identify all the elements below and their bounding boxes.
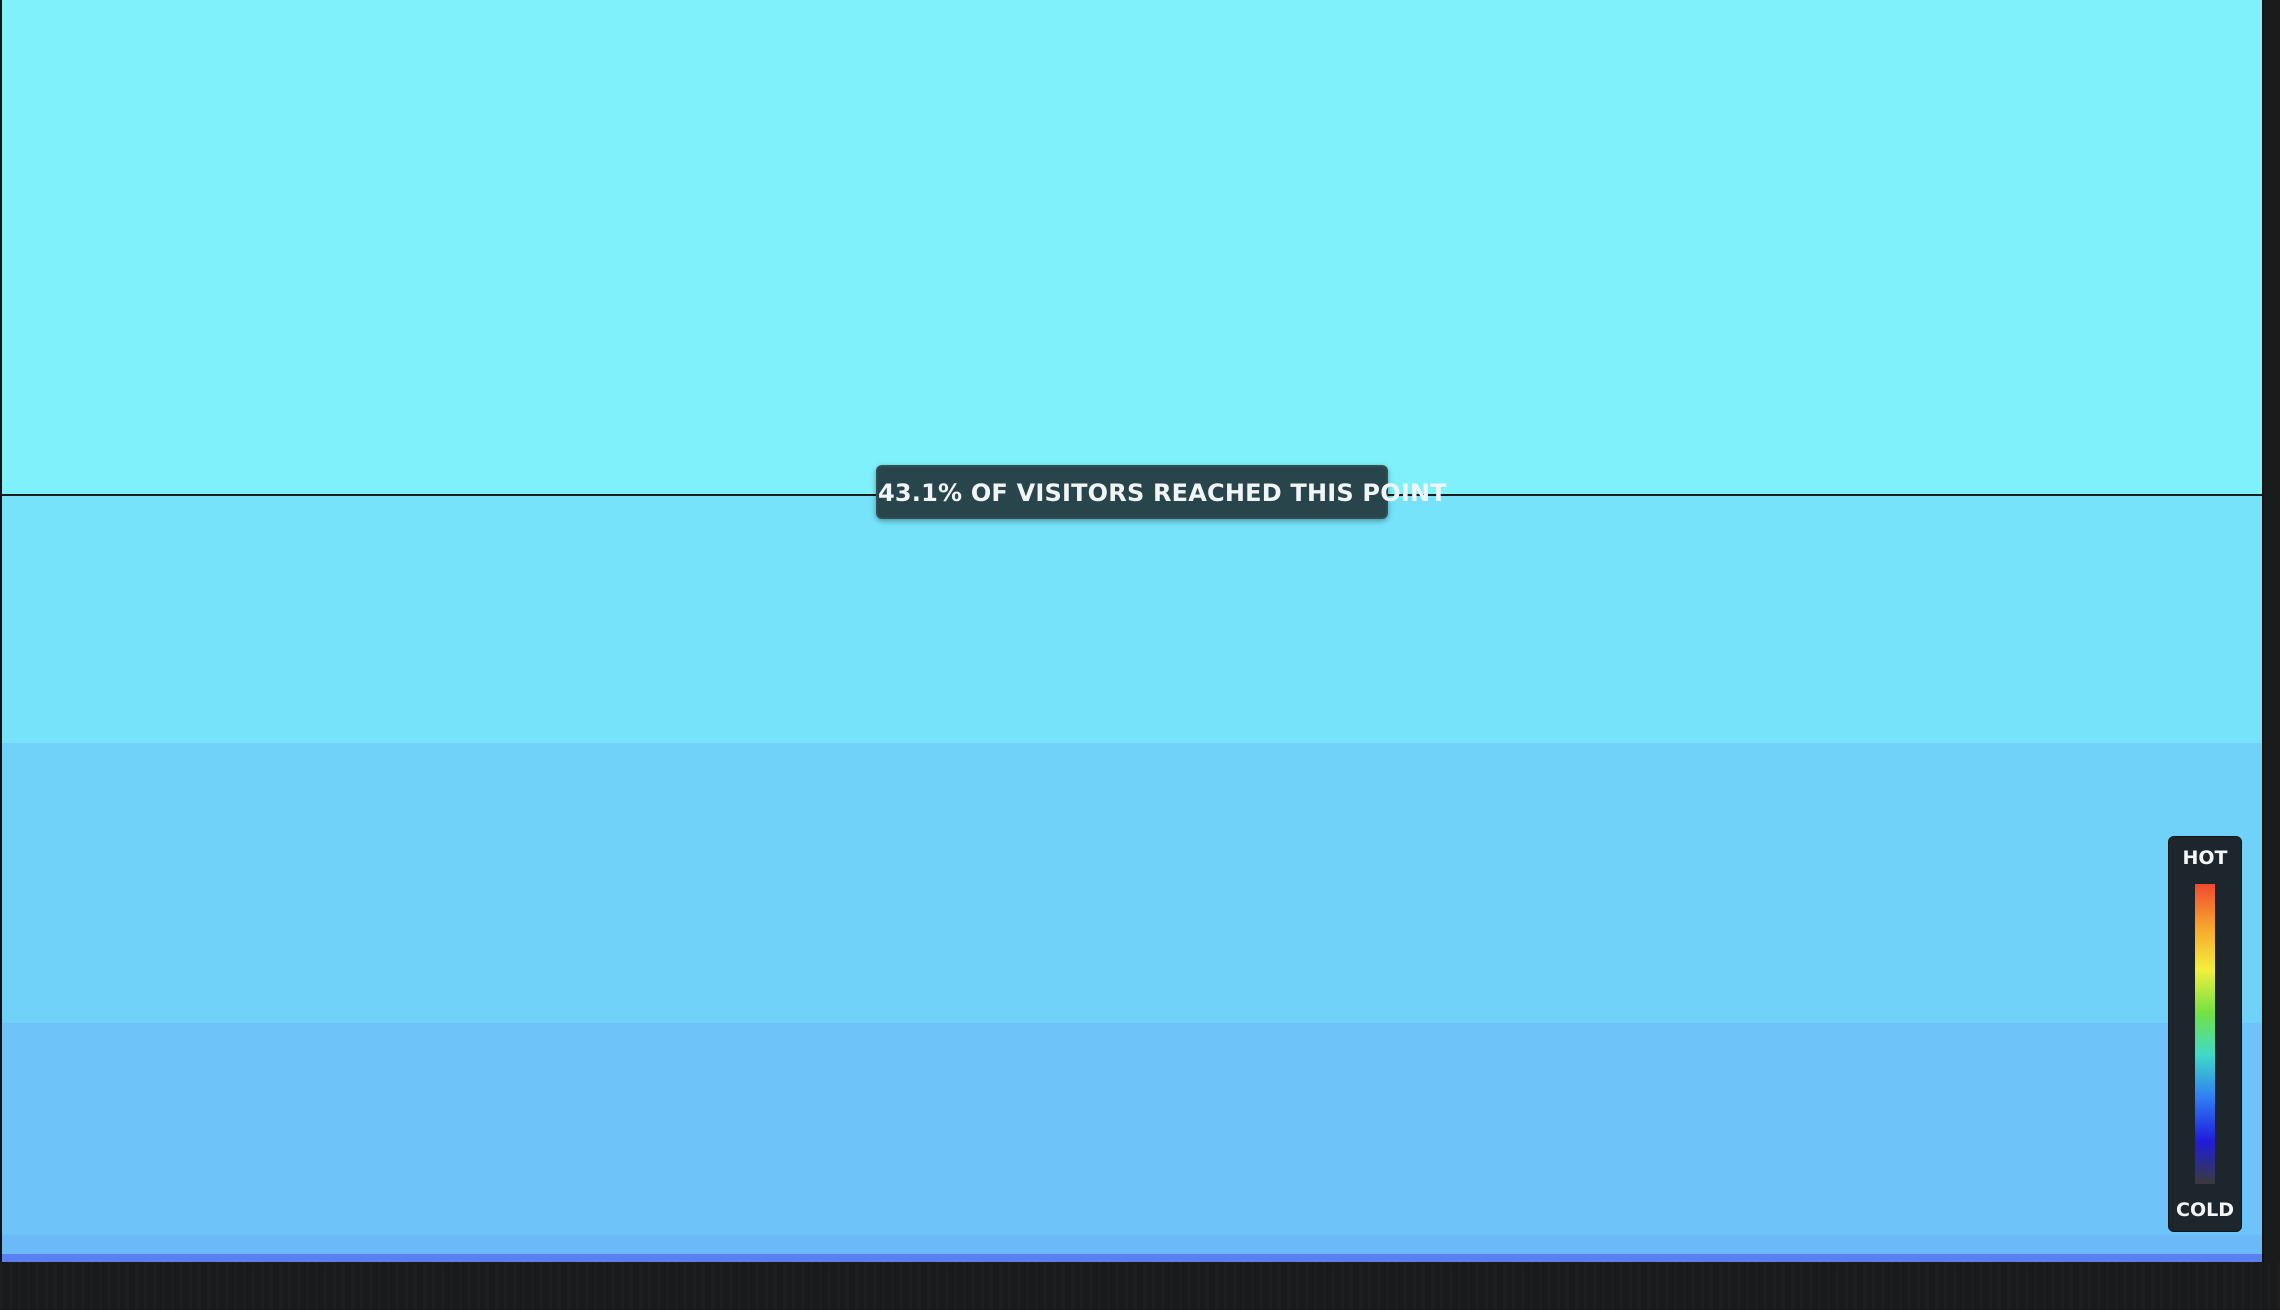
heat-legend: HOT COLD bbox=[2168, 836, 2242, 1232]
page-edge bbox=[2264, 0, 2280, 1262]
heatmap-band bbox=[2, 1023, 2262, 1235]
legend-hot-label: HOT bbox=[2182, 847, 2228, 869]
scroll-reach-badge: 43.1% OF VISITORS REACHED THIS POINT bbox=[876, 465, 1447, 519]
bottom-background-strip bbox=[0, 1262, 2280, 1310]
scroll-heatmap bbox=[0, 0, 2264, 1262]
heatmap-band bbox=[2, 1235, 2262, 1254]
legend-gradient-bar bbox=[2195, 884, 2215, 1184]
heatmap-band bbox=[2, 743, 2262, 1023]
legend-cold-label: COLD bbox=[2176, 1199, 2234, 1221]
heatmap-band bbox=[2, 495, 2262, 743]
heatmap-band bbox=[2, 0, 2262, 495]
heatmap-band bbox=[2, 1254, 2262, 1262]
